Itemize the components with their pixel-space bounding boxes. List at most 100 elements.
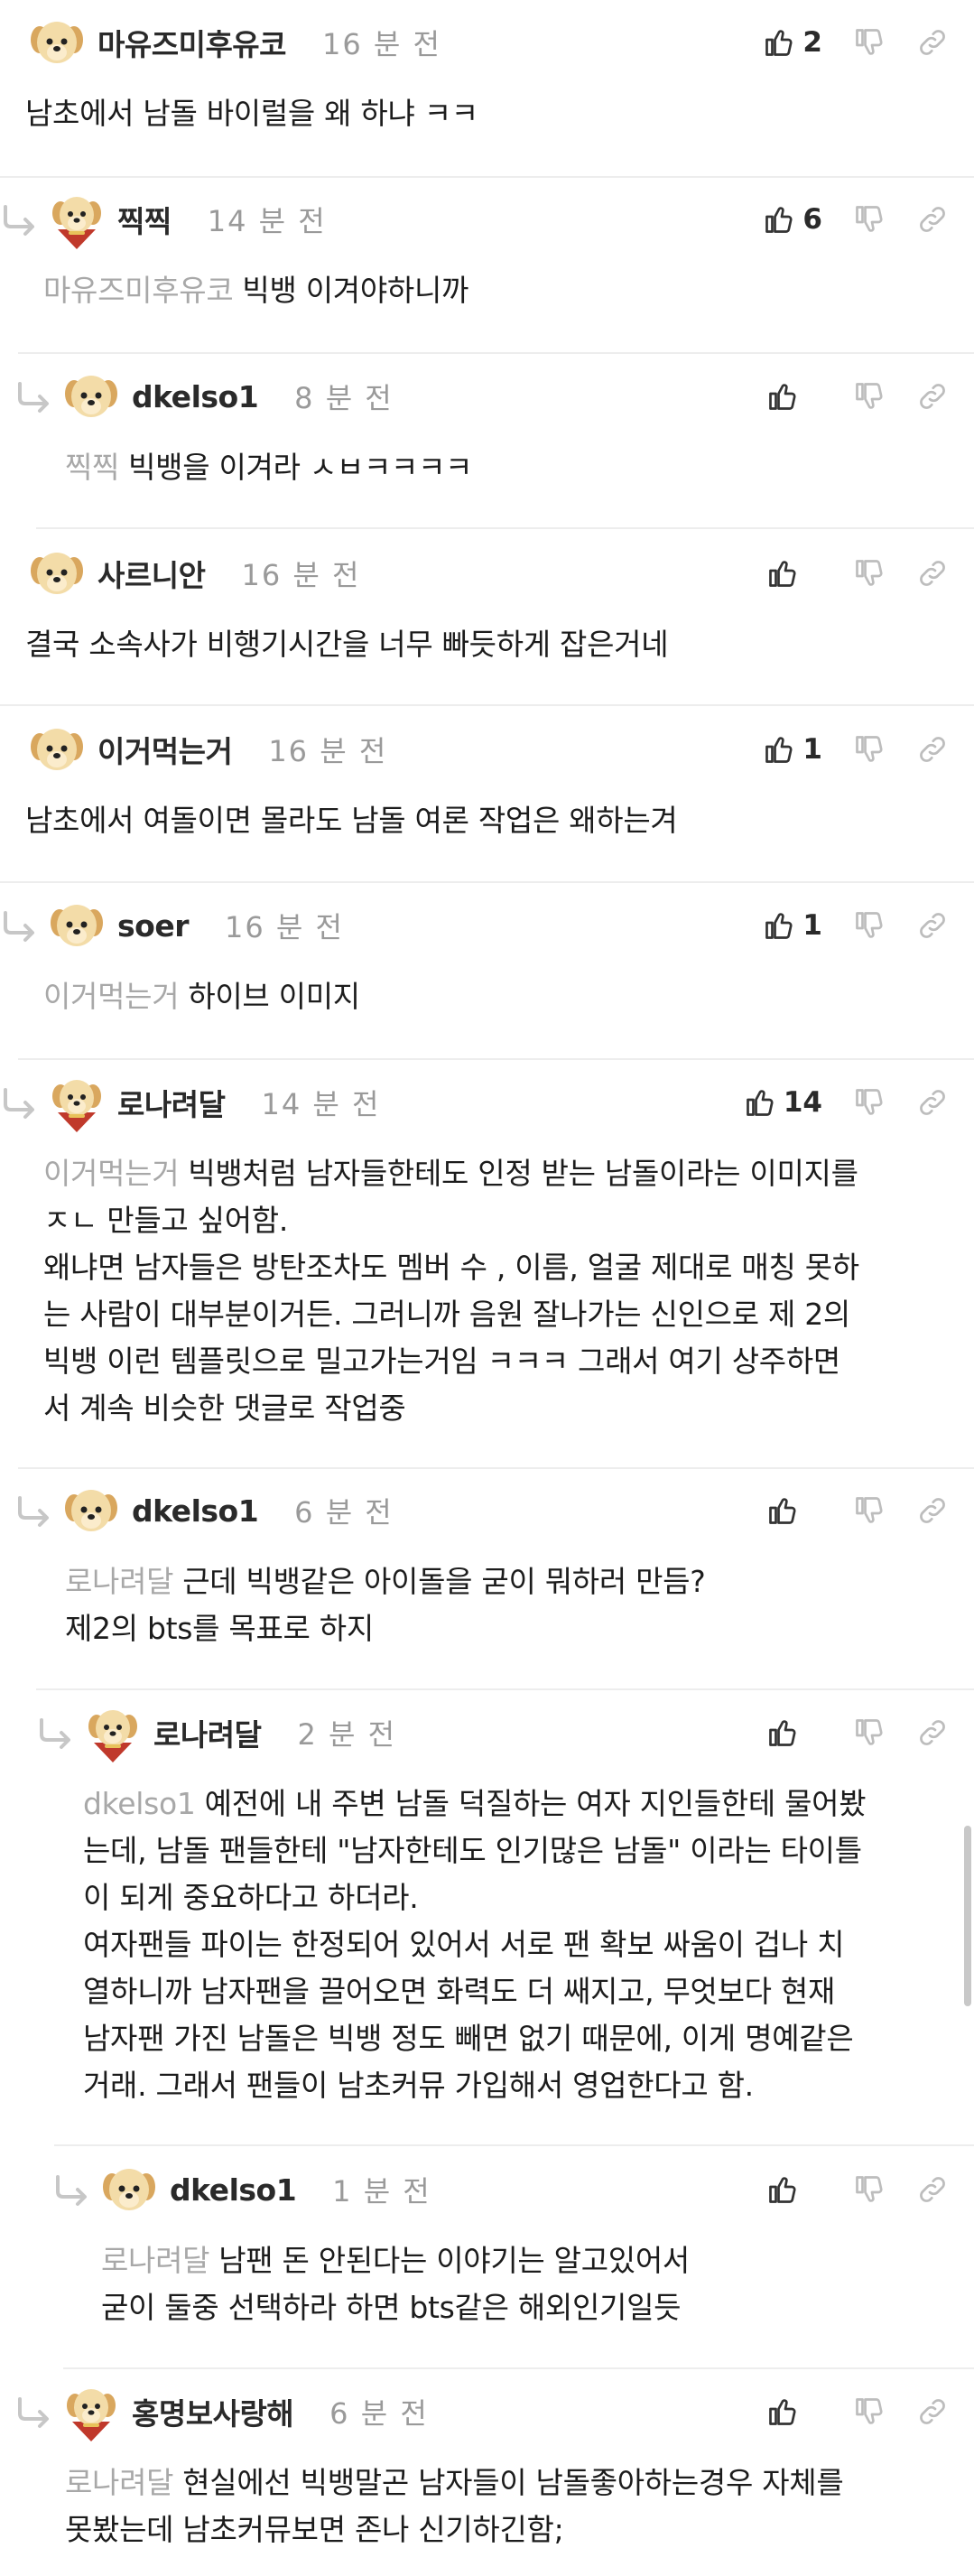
share-link-button[interactable] — [916, 1086, 949, 1119]
avatar[interactable] — [47, 190, 107, 249]
like-button[interactable]: 14 — [744, 1086, 822, 1119]
comment-line: 현실에선 빅뱅말곤 남자들이 남돌좋아하는경우 자체를 — [182, 2465, 844, 2500]
comment-header: soer 16 분 전 — [0, 894, 344, 957]
comment-line: 남팬 돈 안된다는 이야기는 알고있어서 — [218, 2243, 690, 2278]
link-icon — [916, 909, 949, 942]
author-name[interactable]: 사르니안 — [97, 552, 206, 595]
comment-text: 로나려달 근데 빅뱅같은 아이돌을 굳이 뭐하러 만듬? 제2의 bts를 목표로 … — [65, 1558, 706, 1652]
like-button[interactable] — [766, 1716, 822, 1749]
comment-line: 빅뱅처럼 남자들한테도 인정 받는 남돌이라는 이미지를 — [188, 1156, 858, 1191]
dislike-button[interactable] — [853, 909, 886, 942]
thumbs-down-icon — [853, 380, 886, 413]
mention-name[interactable]: 마유즈미후유코 — [43, 273, 234, 308]
like-button[interactable] — [766, 2395, 822, 2428]
like-count: 1 — [802, 733, 822, 766]
avatar[interactable] — [83, 1703, 143, 1762]
author-name[interactable]: 로나려달 — [117, 1081, 226, 1124]
share-link-button[interactable] — [916, 733, 949, 766]
author-name[interactable]: 마유즈미후유코 — [97, 21, 287, 64]
comment-text: 결국 소속사가 비행기시간을 너무 빠듯하게 잡은거네 — [25, 621, 669, 668]
divider — [54, 2144, 974, 2146]
mention-name[interactable]: 로나려달 — [65, 2465, 174, 2500]
comment-header: dkelso1 8 분 전 — [14, 365, 394, 428]
author-name[interactable]: dkelso1 — [170, 2172, 297, 2208]
reply-arrow-icon — [0, 201, 40, 237]
comment-line: 못봤는데 남초커뮤보면 존나 신기하긴함; — [65, 2512, 564, 2547]
mention-name[interactable]: dkelso1 — [83, 1786, 196, 1821]
reply-arrow-icon — [14, 378, 54, 414]
author-name[interactable]: 이거먹는거 — [97, 728, 233, 771]
scrollbar[interactable] — [964, 1826, 971, 2006]
link-icon — [916, 1494, 949, 1527]
mention-name[interactable]: 이거먹는거 — [43, 979, 180, 1014]
author-name[interactable]: 찍찍 — [117, 198, 172, 241]
like-button[interactable]: 6 — [763, 203, 822, 236]
comment-line: 빅뱅을 이겨라 ㅅㅂㅋㅋㅋㅋ — [128, 450, 473, 485]
dislike-button[interactable] — [853, 380, 886, 413]
timestamp: 16 분 전 — [268, 734, 388, 768]
share-link-button[interactable] — [916, 380, 949, 413]
comment-actions — [736, 2158, 949, 2221]
author-name[interactable]: dkelso1 — [132, 1493, 259, 1529]
avatar[interactable] — [61, 367, 121, 426]
avatar[interactable] — [61, 2382, 121, 2441]
share-link-button[interactable] — [916, 2395, 949, 2428]
mention-name[interactable]: 이거먹는거 — [43, 1156, 180, 1191]
avatar[interactable] — [99, 2160, 159, 2219]
author-name[interactable]: 홍명보사랑해 — [132, 2390, 294, 2433]
comment-line: ㅈㄴ 만들고 싶어함. — [43, 1203, 289, 1238]
like-button[interactable] — [766, 2173, 822, 2206]
divider — [36, 527, 974, 529]
avatar[interactable] — [27, 544, 87, 603]
comment-text: 남초에서 여돌이면 몰라도 남돌 여론 작업은 왜하는겨 — [25, 797, 678, 844]
avatar[interactable] — [47, 1073, 107, 1132]
avatar[interactable] — [27, 13, 87, 72]
comment-line: 굳이 둘중 선택하라 하면 bts같은 해외인기일듯 — [101, 2290, 682, 2325]
share-link-button[interactable] — [916, 909, 949, 942]
dislike-button[interactable] — [853, 733, 886, 766]
comment-line: 남자팬 가진 남돌은 빅뱅 정도 빼면 없기 때문에, 이게 명예같은 — [83, 2021, 854, 2056]
author-name[interactable]: 로나려달 — [153, 1711, 262, 1754]
like-button[interactable] — [766, 1494, 822, 1527]
like-button[interactable]: 1 — [763, 733, 822, 766]
like-button[interactable]: 1 — [763, 909, 822, 942]
share-link-button[interactable] — [916, 2173, 949, 2206]
dislike-button[interactable] — [853, 1086, 886, 1119]
thumbs-down-icon — [853, 2173, 886, 2206]
dislike-button[interactable] — [853, 2173, 886, 2206]
link-icon — [916, 557, 949, 590]
dislike-button[interactable] — [853, 557, 886, 590]
thumbs-up-icon — [763, 909, 795, 942]
share-link-button[interactable] — [916, 203, 949, 236]
comment-line: 열하니까 남자팬을 끌어오면 화력도 더 쌔지고, 무엇보다 현재 — [83, 1974, 836, 2009]
share-link-button[interactable] — [916, 1716, 949, 1749]
dislike-button[interactable] — [853, 1494, 886, 1527]
comment-line: 왜냐면 남자들은 방탄조차도 멤버 수 , 이름, 얼굴 제대로 매칭 못하 — [43, 1250, 859, 1285]
mention-name[interactable]: 로나려달 — [101, 2243, 210, 2278]
avatar[interactable] — [27, 720, 87, 779]
dislike-button[interactable] — [853, 26, 886, 59]
mention-name[interactable]: 찍찍 — [65, 450, 119, 485]
share-link-button[interactable] — [916, 26, 949, 59]
avatar[interactable] — [47, 896, 107, 955]
share-link-button[interactable] — [916, 557, 949, 590]
comment-text: 찍찍 빅뱅을 이겨라 ㅅㅂㅋㅋㅋㅋ — [65, 444, 473, 491]
reply-arrow-icon — [52, 2171, 92, 2208]
share-link-button[interactable] — [916, 1494, 949, 1527]
dislike-button[interactable] — [853, 203, 886, 236]
reply-arrow-icon — [0, 1084, 40, 1121]
like-button[interactable]: 2 — [763, 26, 822, 59]
timestamp: 2 분 전 — [297, 1717, 397, 1752]
thumbs-up-icon — [763, 733, 795, 766]
dislike-button[interactable] — [853, 1716, 886, 1749]
thumbs-up-icon — [766, 2173, 799, 2206]
author-name[interactable]: dkelso1 — [132, 379, 259, 414]
like-button[interactable] — [766, 557, 822, 590]
avatar[interactable] — [61, 1481, 121, 1540]
mention-name[interactable]: 로나려달 — [65, 1564, 174, 1599]
dislike-button[interactable] — [853, 2395, 886, 2428]
like-button[interactable] — [766, 380, 822, 413]
comment-actions — [736, 365, 949, 428]
comment-text: dkelso1 예전에 내 주변 남돌 덕질하는 여자 지인들한테 물어봤 는데, … — [83, 1781, 867, 2109]
author-name[interactable]: soer — [117, 908, 189, 944]
